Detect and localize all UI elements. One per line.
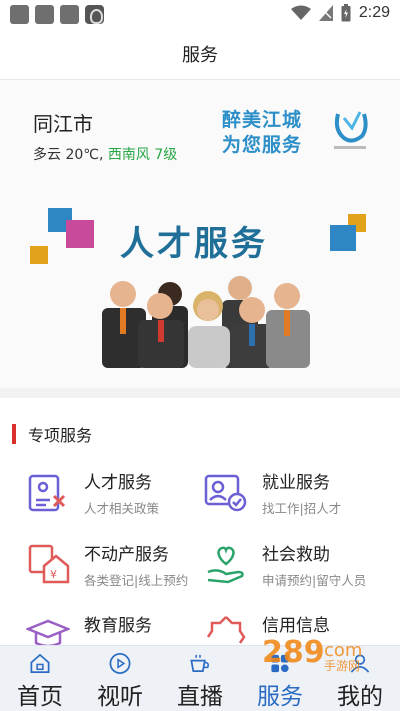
service-name: 社会救助 <box>262 545 330 565</box>
section-mark <box>12 424 16 444</box>
talent-banner[interactable]: 同江市 多云 20℃, 西南风 7级 醉美江城 为您服务 人才服务 <box>0 80 400 388</box>
weather-info: 多云 20℃, 西南风 7级 <box>33 144 177 164</box>
status-bar: 2:29 <box>0 0 400 28</box>
app-header: 服务 <box>0 28 400 80</box>
bottom-nav: 首页 视听 直播 服务 我的 <box>0 645 400 711</box>
decor-square <box>330 225 356 251</box>
wind-text: 西南风 7级 <box>107 147 178 163</box>
nav-item-video[interactable]: 视听 <box>80 646 160 711</box>
nav-label: 视听 <box>97 684 143 710</box>
svg-text:¥: ¥ <box>50 568 57 581</box>
service-desc: 各类登记|线上预约 <box>84 573 189 588</box>
section-header: 专项服务 <box>12 422 92 446</box>
page-title: 服务 <box>182 44 218 66</box>
service-name: 教育服务 <box>84 616 152 636</box>
employment-icon <box>204 474 247 512</box>
user-icon <box>350 654 370 673</box>
real-estate-icon: ¥ <box>28 544 70 584</box>
media-center-logo <box>334 111 368 149</box>
section-title: 专项服务 <box>28 426 93 445</box>
nav-label: 服务 <box>257 684 303 710</box>
home-icon <box>30 653 50 673</box>
play-icon <box>109 653 131 674</box>
nav-item-mine[interactable]: 我的 <box>320 646 400 711</box>
slogan-line-1: 醉美江城 <box>222 109 303 131</box>
service-talent[interactable]: 人才服务 人才相关政策 <box>26 468 216 524</box>
decor-square <box>66 220 94 248</box>
service-name: 就业服务 <box>262 473 330 493</box>
wifi-icon <box>290 5 311 20</box>
slogan: 醉美江城 为您服务 <box>222 108 332 158</box>
app-notification-icon <box>85 4 104 24</box>
battery-icon <box>341 4 351 22</box>
service-name: 信用信息 <box>262 616 330 636</box>
nav-label: 我的 <box>337 684 383 710</box>
section-divider <box>0 388 400 398</box>
coffee-icon <box>190 654 209 673</box>
notification-icons <box>10 4 104 24</box>
status-time: 2:29 <box>358 4 390 21</box>
service-real-estate[interactable]: ¥ 不动产服务 各类登记|线上预约 <box>26 540 216 596</box>
nav-item-service[interactable]: 服务 <box>240 646 320 711</box>
nav-item-home[interactable]: 首页 <box>0 646 80 711</box>
talent-icon <box>28 474 66 512</box>
service-icon <box>271 654 289 673</box>
notification-icon <box>10 4 29 24</box>
service-name: 不动产服务 <box>84 545 169 565</box>
service-desc: 申请预约|留守人员 <box>262 573 367 588</box>
notification-icon <box>60 4 79 24</box>
people-illustration <box>102 276 310 368</box>
service-desc: 人才相关政策 <box>84 501 160 516</box>
social-aid-icon <box>207 546 244 584</box>
slogan-line-2: 为您服务 <box>222 134 303 156</box>
nav-label: 直播 <box>177 684 223 710</box>
city-name: 同江市 <box>33 112 93 136</box>
nav-label: 首页 <box>17 684 63 710</box>
banner-title: 人才服务 <box>120 224 268 264</box>
decor-square <box>30 246 48 264</box>
service-social-aid[interactable]: 社会救助 申请预约|留守人员 <box>204 540 394 596</box>
notification-icon <box>35 4 54 24</box>
nav-item-live[interactable]: 直播 <box>160 646 240 711</box>
service-desc: 找工作|招人才 <box>262 501 342 516</box>
weather-text: 多云 20℃, <box>33 147 104 163</box>
service-name: 人才服务 <box>84 473 152 493</box>
no-signal-icon <box>318 5 333 21</box>
service-employment[interactable]: 就业服务 找工作|招人才 <box>204 468 394 524</box>
